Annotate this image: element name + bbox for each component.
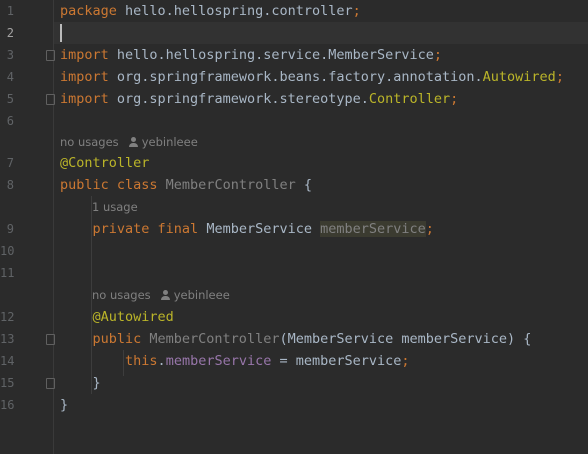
line-number: 3 — [6, 48, 14, 62]
code-token: { — [295, 177, 312, 193]
code-token: Autowired — [482, 69, 556, 85]
person-icon — [128, 137, 138, 147]
code-token: memberService — [165, 353, 272, 369]
code-token: ; — [352, 3, 361, 19]
indent-guide — [123, 350, 124, 376]
import-fold-end-icon[interactable] — [46, 94, 55, 105]
line-number: 5 — [6, 92, 14, 106]
code-token: private final — [60, 221, 207, 237]
code-editor[interactable]: package hello.hellospring.controller; imp… — [46, 0, 588, 454]
line-number: 9 — [6, 222, 14, 236]
usage-count[interactable]: no usages — [92, 288, 151, 302]
method-fold-icon[interactable] — [46, 334, 55, 345]
code-line[interactable]: import org.springframework.stereotype.Co… — [54, 88, 588, 110]
code-text: import hello.hellospring.service.MemberS… — [60, 44, 442, 66]
code-line[interactable] — [54, 262, 588, 284]
code-text: public class MemberController { — [60, 174, 312, 196]
code-token: package — [60, 3, 126, 19]
line-number: 8 — [6, 178, 14, 192]
text-cursor — [60, 24, 62, 42]
usage-hint[interactable]: no usages yebinleee — [60, 133, 198, 151]
code-text: } — [60, 372, 101, 394]
usage-count[interactable]: 1 usage — [92, 200, 138, 214]
person-icon — [160, 290, 170, 300]
code-text: import org.springframework.stereotype.Co… — [60, 88, 458, 110]
code-token: } — [60, 375, 101, 391]
code-token: ; — [450, 91, 459, 107]
code-token: import — [60, 47, 117, 63]
line-number: 6 — [6, 114, 14, 128]
import-fold-icon[interactable] — [46, 50, 55, 61]
usage-count[interactable]: no usages — [60, 135, 119, 149]
code-token: public class — [60, 177, 166, 193]
usage-hint[interactable]: 1 usage — [92, 198, 138, 216]
line-number: 12 — [0, 310, 15, 324]
author-name[interactable]: yebinleee — [174, 288, 230, 302]
line-number: 7 — [6, 156, 14, 170]
code-token: MemberController — [165, 177, 296, 193]
code-text: package hello.hellospring.controller; — [60, 0, 361, 22]
code-line[interactable]: @Autowired — [54, 306, 588, 328]
code-token: import — [60, 69, 117, 85]
usage-hint[interactable]: no usages yebinleee — [92, 286, 230, 304]
line-number: 13 — [0, 332, 15, 346]
code-token: @Controller — [60, 155, 150, 171]
code-token: memberService — [320, 221, 426, 237]
code-token: this — [60, 353, 158, 369]
code-line[interactable]: this.memberService = memberService; — [54, 350, 588, 372]
code-token: org.springframework.stereotype. — [116, 91, 369, 107]
code-line[interactable]: public class MemberController { — [54, 174, 588, 196]
line-number: 14 — [0, 354, 15, 368]
code-token: } — [60, 397, 69, 413]
code-token: MemberService — [206, 221, 321, 237]
code-text: private final MemberService memberServic… — [60, 218, 434, 240]
line-number: 10 — [0, 244, 15, 258]
code-token: ; — [555, 69, 564, 85]
line-number: 15 — [0, 376, 15, 390]
code-token: MemberController — [149, 331, 280, 347]
code-line[interactable]: @Controller — [54, 152, 588, 174]
code-token: hello.hellospring.service.MemberService — [116, 47, 434, 63]
code-text: @Autowired — [60, 306, 174, 328]
code-token: (MemberService memberService) { — [279, 331, 532, 347]
line-number: 1 — [6, 4, 14, 18]
line-number: 16 — [0, 398, 15, 412]
code-token: ; — [433, 47, 443, 63]
code-token: org.springframework.beans.factory.annota… — [116, 69, 483, 85]
code-token: public — [60, 331, 150, 347]
code-token: @Autowired — [60, 309, 174, 325]
code-token: import — [60, 91, 117, 107]
code-text: import org.springframework.beans.factory… — [60, 66, 564, 88]
code-line[interactable]: public MemberController(MemberService me… — [54, 328, 588, 350]
code-line[interactable]: } — [54, 372, 588, 394]
code-token: hello.hellospring.controller — [125, 3, 353, 19]
code-token: ; — [401, 353, 410, 369]
line-number: 11 — [0, 266, 15, 280]
code-token: . — [157, 353, 166, 369]
code-text: public MemberController(MemberService me… — [60, 328, 532, 350]
code-token: ; — [425, 221, 434, 237]
code-token: Controller — [368, 91, 451, 107]
line-number: 4 — [6, 70, 14, 84]
code-text: this.memberService = memberService; — [60, 350, 410, 372]
line-number: 2 — [6, 26, 14, 40]
code-text: @Controller — [60, 152, 149, 174]
code-token: = memberService — [271, 353, 402, 369]
code-line[interactable]: import org.springframework.beans.factory… — [54, 66, 588, 88]
code-line[interactable] — [54, 22, 588, 44]
code-line[interactable]: package hello.hellospring.controller; — [54, 0, 588, 22]
method-fold-end-icon[interactable] — [46, 378, 55, 389]
code-line[interactable]: private final MemberService memberServic… — [54, 218, 588, 240]
code-line[interactable] — [54, 240, 588, 262]
code-line[interactable]: import hello.hellospring.service.MemberS… — [54, 44, 588, 66]
code-line[interactable] — [54, 110, 588, 132]
code-line[interactable]: } — [54, 394, 588, 416]
author-name[interactable]: yebinleee — [142, 135, 198, 149]
code-text: } — [60, 394, 68, 416]
